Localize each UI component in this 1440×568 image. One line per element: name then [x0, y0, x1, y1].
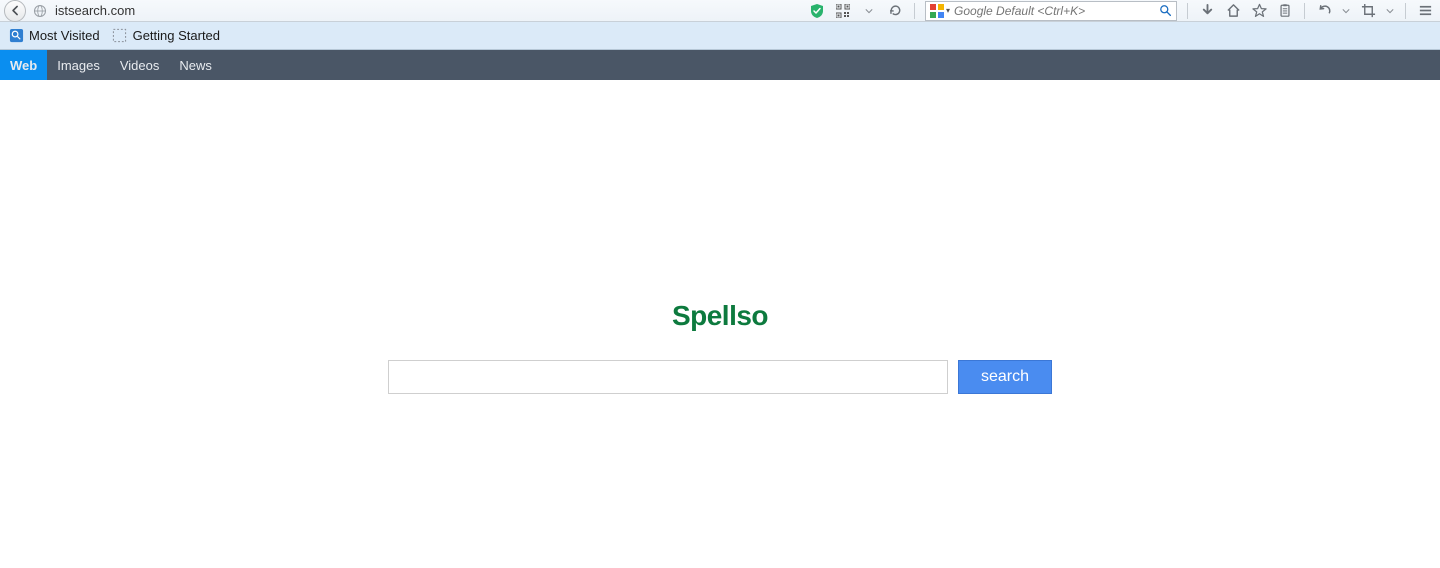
separator — [1187, 3, 1188, 19]
tab-images[interactable]: Images — [47, 50, 110, 80]
dropdown-caret-icon[interactable] — [860, 2, 878, 20]
home-icon[interactable] — [1224, 2, 1242, 20]
separator — [1304, 3, 1305, 19]
getting-started-icon — [112, 28, 128, 44]
browser-toolbar: istsearch.com ▾ — [0, 0, 1440, 22]
page-logo: Spellso — [672, 300, 768, 332]
back-button[interactable] — [4, 0, 26, 22]
undo-caret-icon[interactable] — [1341, 2, 1351, 20]
bookmark-star-icon[interactable] — [1250, 2, 1268, 20]
clipboard-icon[interactable] — [1276, 2, 1294, 20]
google-icon — [930, 4, 944, 18]
arrow-left-icon — [9, 4, 22, 17]
toolbar-right-icons: ▾ — [808, 1, 1434, 21]
browser-searchbox[interactable]: ▾ — [925, 1, 1177, 21]
tab-videos[interactable]: Videos — [110, 50, 170, 80]
most-visited-icon — [8, 28, 24, 44]
bookmark-most-visited[interactable]: Most Visited — [8, 28, 100, 44]
search-icon[interactable] — [1158, 4, 1172, 18]
shield-icon[interactable] — [808, 2, 826, 20]
tab-web[interactable]: Web — [0, 50, 47, 80]
separator — [914, 3, 915, 19]
page-nav: Web Images Videos News — [0, 50, 1440, 80]
main-content: Spellso search — [0, 80, 1440, 568]
bookmark-label: Most Visited — [29, 28, 100, 43]
bookmark-getting-started[interactable]: Getting Started — [112, 28, 220, 44]
main-search-input[interactable] — [388, 360, 948, 394]
bookmarks-bar: Most Visited Getting Started — [0, 22, 1440, 50]
main-search-button[interactable]: search — [958, 360, 1052, 394]
globe-icon — [32, 3, 48, 19]
reload-icon[interactable] — [886, 2, 904, 20]
browser-search-input[interactable] — [954, 4, 1158, 18]
download-icon[interactable] — [1198, 2, 1216, 20]
qr-icon[interactable] — [834, 2, 852, 20]
search-row: search — [388, 360, 1052, 394]
tab-news[interactable]: News — [169, 50, 222, 80]
url-text[interactable]: istsearch.com — [55, 3, 135, 18]
caret-down-icon[interactable]: ▾ — [946, 6, 950, 15]
crop-icon[interactable] — [1359, 2, 1377, 20]
crop-caret-icon[interactable] — [1385, 2, 1395, 20]
menu-icon[interactable] — [1416, 2, 1434, 20]
separator — [1405, 3, 1406, 19]
undo-icon[interactable] — [1315, 2, 1333, 20]
bookmark-label: Getting Started — [133, 28, 220, 43]
